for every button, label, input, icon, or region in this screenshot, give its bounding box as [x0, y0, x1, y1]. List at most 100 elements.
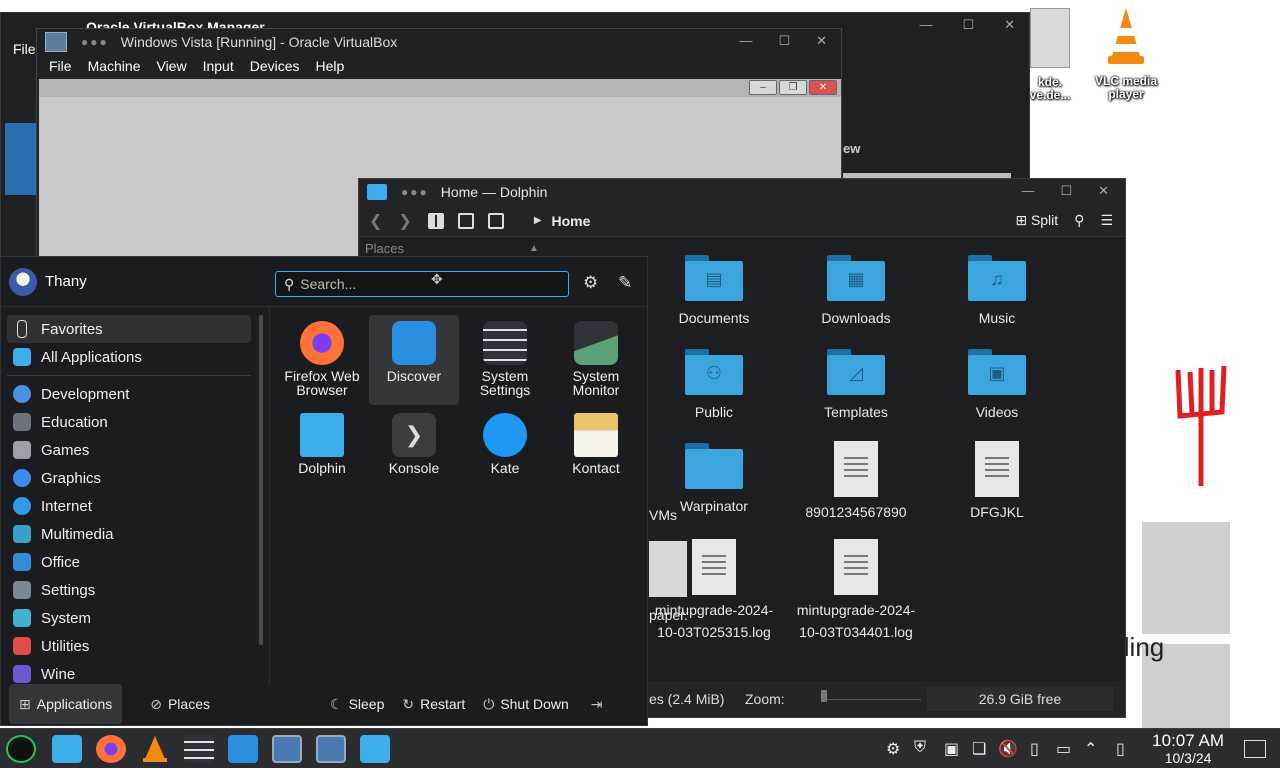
- menu-input[interactable]: Input: [203, 58, 234, 74]
- category-favorites[interactable]: Favorites: [7, 315, 251, 343]
- tab-places[interactable]: ⊘ Places: [140, 684, 220, 724]
- folder-warpinator[interactable]: Warpinator: [649, 443, 779, 517]
- partial-item-paper[interactable]: paper.: [649, 607, 688, 623]
- folder-videos[interactable]: ▣ Videos: [932, 349, 1062, 423]
- search-input[interactable]: ⚲ Search...: [275, 271, 569, 297]
- titlebar[interactable]: ●●● Windows Vista [Running] - Oracle Vir…: [37, 29, 841, 55]
- guest-close-icon[interactable]: ✕: [809, 80, 837, 95]
- menu-help[interactable]: Help: [316, 58, 345, 74]
- forward-icon[interactable]: ❯: [398, 211, 411, 231]
- app-kate[interactable]: Kate: [460, 407, 550, 497]
- zoom-handle[interactable]: [821, 690, 827, 702]
- breadcrumb[interactable]: Home: [552, 213, 591, 229]
- taskbar-dolphin-2[interactable]: [360, 735, 390, 763]
- sleep-button[interactable]: ☾ Sleep: [330, 696, 384, 713]
- category-internet[interactable]: Internet: [7, 492, 251, 520]
- dots-icon[interactable]: ●●●: [401, 185, 429, 199]
- app-discover[interactable]: Discover: [369, 315, 459, 405]
- pin-icon[interactable]: ✎: [618, 273, 632, 293]
- icons-view-icon[interactable]: [427, 212, 444, 229]
- partial-item-vms[interactable]: VMs: [649, 507, 677, 523]
- category-scrollbar[interactable]: [259, 315, 263, 645]
- back-icon[interactable]: ❮: [369, 211, 382, 231]
- category-all-applications[interactable]: All Applications: [7, 343, 251, 371]
- clock[interactable]: 10:07 AM 10/3/24: [1152, 731, 1224, 766]
- maximize-icon[interactable]: ☐: [1060, 183, 1072, 199]
- app-firefox[interactable]: Firefox Web Browser: [277, 315, 367, 405]
- file-dfgjkl[interactable]: DFGJKL: [932, 441, 1062, 523]
- phone-icon[interactable]: ▯: [1116, 739, 1125, 759]
- chevron-up-icon[interactable]: ⌃: [1084, 739, 1097, 759]
- category-graphics[interactable]: Graphics: [7, 464, 251, 492]
- taskbar-firefox[interactable]: [96, 735, 126, 763]
- category-office[interactable]: Office: [7, 548, 251, 576]
- minimize-icon[interactable]: —: [739, 33, 752, 49]
- guest-minimize-icon[interactable]: –: [749, 80, 777, 95]
- file-mintupgrade-034401[interactable]: mintupgrade-2024- 10-03T034401.log: [791, 539, 921, 643]
- app-system-monitor[interactable]: System Monitor: [551, 315, 641, 405]
- guest-restore-icon[interactable]: ❐: [779, 80, 807, 95]
- taskbar-virtualbox-1[interactable]: [272, 735, 302, 763]
- category-utilities[interactable]: Utilities: [7, 632, 251, 660]
- taskbar-vlc[interactable]: [140, 735, 170, 763]
- vm-list-item-icon[interactable]: [5, 123, 37, 195]
- category-games[interactable]: Games: [7, 436, 251, 464]
- keyboard-layout-icon[interactable]: ▣: [944, 739, 959, 759]
- menu-file[interactable]: File: [49, 58, 72, 74]
- menu-machine[interactable]: Machine: [88, 58, 141, 74]
- restart-button[interactable]: ↻ Restart: [402, 696, 465, 713]
- close-icon[interactable]: ✕: [1098, 183, 1109, 199]
- battery-icon[interactable]: ▯: [1030, 739, 1039, 759]
- menu-devices[interactable]: Devices: [250, 58, 300, 74]
- avatar[interactable]: [9, 267, 37, 296]
- display-icon[interactable]: ▭: [1056, 739, 1071, 759]
- shutdown-button[interactable]: ⏻ Shut Down: [483, 696, 569, 713]
- close-icon[interactable]: ✕: [1004, 17, 1015, 33]
- gear-icon[interactable]: ⚙: [583, 273, 598, 293]
- maximize-icon[interactable]: ☐: [962, 17, 974, 33]
- minimize-icon[interactable]: —: [1021, 183, 1034, 199]
- titlebar[interactable]: ●●● Home — Dolphin: [359, 179, 1125, 205]
- desktop-icon-vlc[interactable]: VLC media player: [1086, 6, 1166, 101]
- app-system-settings[interactable]: System Settings: [460, 315, 550, 405]
- category-development[interactable]: Development: [7, 380, 251, 408]
- app-dolphin[interactable]: Dolphin: [277, 407, 367, 497]
- folder-downloads[interactable]: ▦ Downloads: [791, 255, 921, 329]
- collapse-icon[interactable]: ▲: [529, 243, 539, 254]
- folder-music[interactable]: ♫ Music: [932, 255, 1062, 329]
- hamburger-menu-icon[interactable]: ☰: [1100, 212, 1113, 229]
- dots-icon[interactable]: ●●●: [81, 35, 109, 49]
- show-desktop-icon[interactable]: [1244, 740, 1266, 758]
- clipboard-icon[interactable]: ❏: [972, 739, 986, 759]
- taskbar-dolphin[interactable]: [52, 735, 82, 763]
- compact-view-icon[interactable]: [457, 212, 474, 229]
- menu-fragment[interactable]: File: [13, 41, 36, 57]
- maximize-icon[interactable]: ☐: [778, 33, 790, 49]
- taskbar-virtualbox-2[interactable]: [316, 735, 346, 763]
- zoom-slider[interactable]: [821, 690, 921, 702]
- file-8901234567890[interactable]: 8901234567890: [791, 441, 921, 523]
- taskbar-system-settings[interactable]: [184, 735, 214, 763]
- volume-muted-icon[interactable]: 🔇: [998, 739, 1018, 759]
- logout-button[interactable]: ⇥: [591, 696, 609, 713]
- app-kontact[interactable]: Kontact: [551, 407, 641, 497]
- launcher-button[interactable]: [6, 735, 36, 763]
- network-icon[interactable]: ⚙: [886, 739, 900, 759]
- shield-icon[interactable]: ⛨: [914, 739, 926, 757]
- category-system[interactable]: System: [7, 604, 251, 632]
- category-education[interactable]: Education: [7, 408, 251, 436]
- folder-public[interactable]: ⚇ Public: [649, 349, 779, 423]
- folder-documents[interactable]: ▤ Documents: [649, 255, 779, 329]
- minimize-icon[interactable]: —: [919, 17, 932, 33]
- search-icon[interactable]: ⚲: [1074, 212, 1084, 229]
- app-konsole[interactable]: ❯ Konsole: [369, 407, 459, 497]
- split-button[interactable]: ⊞ Split: [1015, 212, 1058, 229]
- tree-view-icon[interactable]: [487, 212, 504, 229]
- taskbar-discover[interactable]: [228, 735, 258, 763]
- category-settings[interactable]: Settings: [7, 576, 251, 604]
- menu-view[interactable]: View: [156, 58, 186, 74]
- tab-applications[interactable]: ⊞ Applications: [9, 684, 123, 724]
- close-icon[interactable]: ✕: [816, 33, 827, 49]
- folder-templates[interactable]: ◿ Templates: [791, 349, 921, 423]
- category-multimedia[interactable]: Multimedia: [7, 520, 251, 548]
